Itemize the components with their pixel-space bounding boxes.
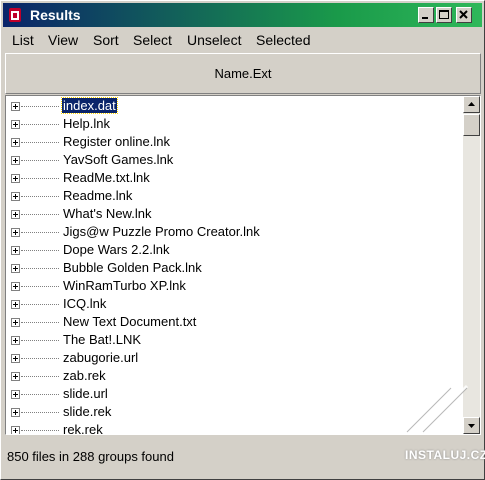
- expand-icon[interactable]: [11, 300, 20, 309]
- expand-icon[interactable]: [11, 210, 20, 219]
- expand-icon[interactable]: [11, 156, 20, 165]
- tree-connector: [21, 232, 59, 233]
- maximize-button[interactable]: [436, 7, 452, 23]
- tree-connector: [21, 250, 59, 251]
- tree-connector: [21, 286, 59, 287]
- list-item-label[interactable]: Readme.lnk: [62, 188, 133, 203]
- tree-connector: [21, 394, 59, 395]
- menu-view[interactable]: View: [48, 32, 78, 48]
- list-item[interactable]: Help.lnk: [6, 115, 461, 133]
- list-item-label[interactable]: index.dat: [61, 97, 118, 114]
- list-item-label[interactable]: The Bat!.LNK: [62, 332, 142, 347]
- tree-connector: [21, 178, 59, 179]
- tree-connector: [21, 304, 59, 305]
- menu-unselect[interactable]: Unselect: [187, 32, 241, 48]
- list-item[interactable]: zab.rek: [6, 367, 461, 385]
- menu-list[interactable]: List: [12, 32, 34, 48]
- minimize-icon: [422, 17, 428, 19]
- list-item-label[interactable]: Register online.lnk: [62, 134, 171, 149]
- menu-selected[interactable]: Selected: [256, 32, 310, 48]
- list-item[interactable]: Bubble Golden Pack.lnk: [6, 259, 461, 277]
- list-item[interactable]: The Bat!.LNK: [6, 331, 461, 349]
- tree-connector: [21, 358, 59, 359]
- expand-icon[interactable]: [11, 120, 20, 129]
- list-item[interactable]: Dope Wars 2.2.lnk: [6, 241, 461, 259]
- expand-icon[interactable]: [11, 264, 20, 273]
- list-item-label[interactable]: slide.url: [62, 386, 109, 401]
- menu-select[interactable]: Select: [133, 32, 172, 48]
- status-text: 850 files in 288 groups found: [7, 449, 174, 464]
- expand-icon[interactable]: [11, 372, 20, 381]
- list-item[interactable]: What's New.lnk: [6, 205, 461, 223]
- list-item[interactable]: Readme.lnk: [6, 187, 461, 205]
- minimize-button[interactable]: [418, 7, 434, 23]
- list-item[interactable]: New Text Document.txt: [6, 313, 461, 331]
- list-item-label[interactable]: Dope Wars 2.2.lnk: [62, 242, 170, 257]
- expand-icon[interactable]: [11, 282, 20, 291]
- tree-connector: [21, 322, 59, 323]
- expand-icon[interactable]: [11, 174, 20, 183]
- list-item-label[interactable]: WinRamTurbo XP.lnk: [62, 278, 187, 293]
- list-item-label[interactable]: rek.rek: [62, 422, 104, 434]
- list-item[interactable]: WinRamTurbo XP.lnk: [6, 277, 461, 295]
- list-item[interactable]: index.dat: [6, 97, 461, 115]
- watermark-text: INSTALUJ.CZ: [405, 448, 485, 462]
- list-item-label[interactable]: YavSoft Games.lnk: [62, 152, 174, 167]
- list-item[interactable]: Register online.lnk: [6, 133, 461, 151]
- list-item-label[interactable]: zab.rek: [62, 368, 107, 383]
- expand-icon[interactable]: [11, 192, 20, 201]
- close-icon: [459, 10, 468, 19]
- expand-icon[interactable]: [11, 138, 20, 147]
- scroll-thumb[interactable]: [463, 114, 480, 136]
- scroll-up-button[interactable]: [463, 96, 480, 113]
- list-item[interactable]: Jigs@w Puzzle Promo Creator.lnk: [6, 223, 461, 241]
- menu-bar: List View Sort Select Unselect Selected: [3, 29, 482, 51]
- list-item[interactable]: zabugorie.url: [6, 349, 461, 367]
- list-item-label[interactable]: ICQ.lnk: [62, 296, 107, 311]
- expand-icon[interactable]: [11, 246, 20, 255]
- tree-connector: [21, 214, 59, 215]
- tree-connector: [21, 340, 59, 341]
- list-item-label[interactable]: Jigs@w Puzzle Promo Creator.lnk: [62, 224, 261, 239]
- results-window: Results List View Sort Select Unselect S…: [0, 0, 485, 480]
- maximize-icon: [439, 10, 449, 19]
- expand-icon[interactable]: [11, 408, 20, 417]
- tree-connector: [21, 142, 59, 143]
- list-item-label[interactable]: Help.lnk: [62, 116, 111, 131]
- tree-connector: [21, 106, 59, 107]
- list-item-label[interactable]: Bubble Golden Pack.lnk: [62, 260, 203, 275]
- tree-connector: [21, 268, 59, 269]
- tree-connector: [21, 430, 59, 431]
- window-title: Results: [30, 7, 81, 23]
- list-item-label[interactable]: slide.rek: [62, 404, 112, 419]
- app-icon: [9, 8, 21, 22]
- tree-connector: [21, 160, 59, 161]
- list-item[interactable]: ICQ.lnk: [6, 295, 461, 313]
- expand-icon[interactable]: [11, 102, 20, 111]
- expand-icon[interactable]: [11, 318, 20, 327]
- list-item-label[interactable]: What's New.lnk: [62, 206, 152, 221]
- list-item[interactable]: ReadMe.txt.lnk: [6, 169, 461, 187]
- close-button[interactable]: [456, 7, 472, 23]
- list-item-label[interactable]: New Text Document.txt: [62, 314, 197, 329]
- list-item-label[interactable]: zabugorie.url: [62, 350, 139, 365]
- expand-icon[interactable]: [11, 228, 20, 237]
- tree-connector: [21, 412, 59, 413]
- arrow-up-icon: [468, 102, 475, 106]
- expand-icon[interactable]: [11, 426, 20, 434]
- column-header-name-ext[interactable]: Name.Ext: [5, 53, 481, 94]
- menu-sort[interactable]: Sort: [93, 32, 119, 48]
- list-item[interactable]: YavSoft Games.lnk: [6, 151, 461, 169]
- expand-icon[interactable]: [11, 354, 20, 363]
- tree-connector: [21, 376, 59, 377]
- title-bar[interactable]: Results: [3, 3, 482, 27]
- tree-connector: [21, 124, 59, 125]
- expand-icon[interactable]: [11, 336, 20, 345]
- list-item-label[interactable]: ReadMe.txt.lnk: [62, 170, 151, 185]
- expand-icon[interactable]: [11, 390, 20, 399]
- tree-connector: [21, 196, 59, 197]
